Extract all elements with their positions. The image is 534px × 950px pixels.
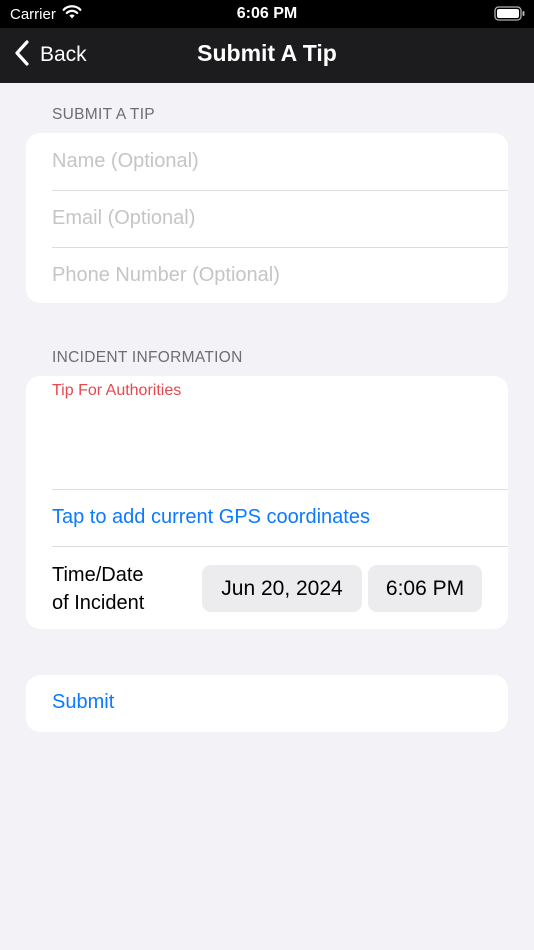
email-field[interactable] xyxy=(52,190,492,247)
back-button[interactable]: Back xyxy=(14,38,87,72)
date-picker-button[interactable]: Jun 20, 2024 xyxy=(202,565,362,612)
phone-row xyxy=(26,247,508,303)
submit-label: Submit xyxy=(52,691,115,713)
submit-button[interactable]: Submit xyxy=(26,675,508,732)
section-header-submit-tip: SUBMIT A TIP xyxy=(52,106,155,123)
gps-button[interactable]: Tap to add current GPS coordinates xyxy=(26,490,508,547)
phone-field[interactable] xyxy=(52,247,492,303)
datetime-label: Time/Date of Incident xyxy=(52,561,144,617)
tip-text-area[interactable] xyxy=(52,406,492,484)
datetime-label-line2: of Incident xyxy=(52,592,145,614)
navigation-bar: Back Submit A Tip xyxy=(0,28,534,83)
name-row xyxy=(26,133,508,190)
incident-card: Tip For Authorities Tap to add current G… xyxy=(26,376,508,629)
tip-area: Tip For Authorities xyxy=(26,376,508,490)
datetime-row: Time/Date of Incident Jun 20, 2024 6:06 … xyxy=(26,547,508,629)
back-label: Back xyxy=(40,43,87,66)
tip-label: Tip For Authorities xyxy=(52,382,182,399)
email-row xyxy=(26,190,508,247)
contact-card xyxy=(26,133,508,303)
gps-label: Tap to add current GPS coordinates xyxy=(52,506,370,528)
time-picker-button[interactable]: 6:06 PM xyxy=(368,565,482,612)
status-time: 6:06 PM xyxy=(236,5,298,22)
chevron-left-icon xyxy=(14,39,30,71)
datetime-label-line1: Time/Date xyxy=(52,564,144,586)
section-header-incident: INCIDENT INFORMATION xyxy=(52,349,243,366)
battery-icon xyxy=(494,6,526,26)
name-field[interactable] xyxy=(52,133,492,190)
status-bar: Carrier 6:06 PM xyxy=(0,0,534,28)
